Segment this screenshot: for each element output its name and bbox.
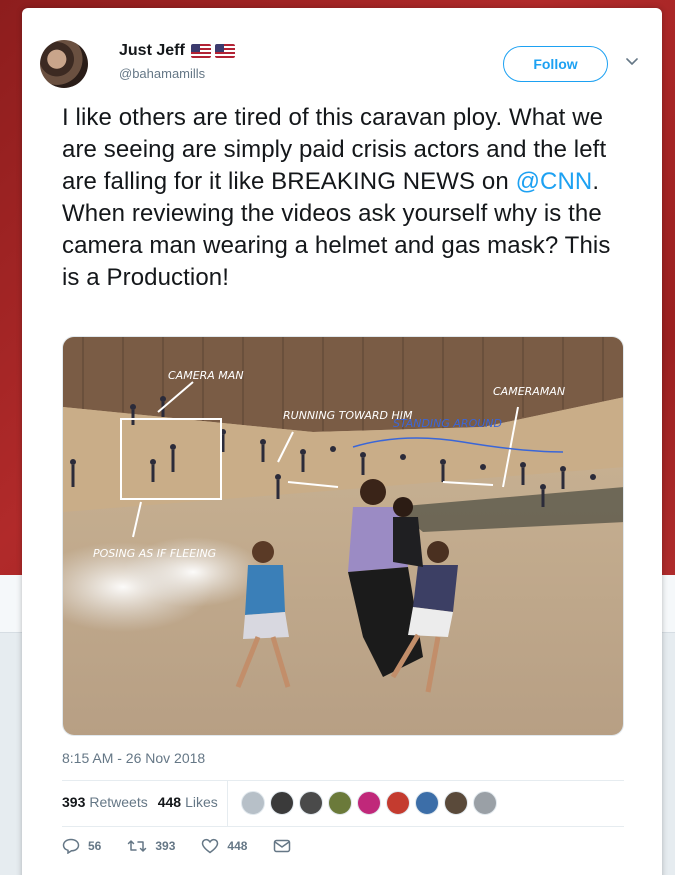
likes-label: Likes: [185, 794, 218, 810]
us-flag-icon: [190, 44, 211, 58]
retweet-count: 393: [155, 839, 176, 853]
liker-avatars: [241, 791, 502, 815]
likes-count: 448: [157, 794, 182, 810]
likes-stat[interactable]: 448 Likes: [158, 794, 218, 810]
annotation-camera-man-right: CAMERAMAN: [493, 385, 565, 398]
liker-avatar[interactable]: [299, 791, 323, 815]
retweets-label: Retweets: [89, 794, 148, 810]
liker-avatar[interactable]: [415, 791, 439, 815]
like-count: 448: [227, 839, 248, 853]
liker-avatar[interactable]: [241, 791, 265, 815]
liker-avatar[interactable]: [444, 791, 468, 815]
annotation-posing: POSING AS IF FLEEING: [93, 547, 216, 560]
name-row: Just Jeff: [119, 42, 235, 60]
liker-avatar[interactable]: [473, 791, 497, 815]
stats-divider: [227, 781, 228, 826]
follow-button[interactable]: Follow: [503, 46, 608, 82]
liker-avatar[interactable]: [386, 791, 410, 815]
user-handle[interactable]: @bahamamills: [119, 66, 205, 81]
reply-button[interactable]: 56: [62, 838, 101, 854]
divider: [62, 826, 624, 827]
tweet-photo[interactable]: CAMERA MAN RUNNING TOWARD HIM CAMERAMAN …: [62, 336, 624, 736]
annotation-standing-around: STANDING AROUND: [393, 417, 502, 430]
direct-message-button[interactable]: [273, 838, 299, 854]
reply-count: 56: [88, 839, 102, 853]
divider: [62, 780, 624, 781]
annotation-camera-man-left: CAMERA MAN: [168, 369, 244, 382]
chevron-down-icon[interactable]: [625, 54, 639, 68]
liker-avatar[interactable]: [357, 791, 381, 815]
engagement-stats: 393 Retweets 448 Likes: [62, 794, 228, 810]
envelope-icon: [274, 839, 291, 853]
user-avatar[interactable]: [40, 40, 88, 88]
display-name[interactable]: Just Jeff: [119, 42, 185, 60]
like-button[interactable]: 448: [201, 838, 247, 854]
us-flag-icon: [214, 44, 235, 58]
retweets-stat[interactable]: 393 Retweets: [62, 794, 148, 810]
heart-icon: [202, 838, 219, 854]
mention-link[interactable]: @CNN: [516, 168, 593, 195]
tweet-text: I like others are tired of this caravan …: [62, 102, 622, 294]
tweet-timestamp[interactable]: 8:15 AM - 26 Nov 2018: [62, 750, 205, 766]
reply-icon: [62, 838, 80, 854]
liker-avatar[interactable]: [328, 791, 352, 815]
retweet-button[interactable]: 393: [127, 838, 175, 854]
retweets-count: 393: [62, 794, 86, 810]
photo-illustration: CAMERA MAN RUNNING TOWARD HIM CAMERAMAN …: [63, 337, 623, 735]
liker-avatar[interactable]: [270, 791, 294, 815]
tweet-actions: 56 393 448: [62, 838, 325, 854]
tweet-header: Just Jeff @bahamamills Follow: [40, 40, 640, 92]
retweet-icon: [128, 840, 147, 852]
